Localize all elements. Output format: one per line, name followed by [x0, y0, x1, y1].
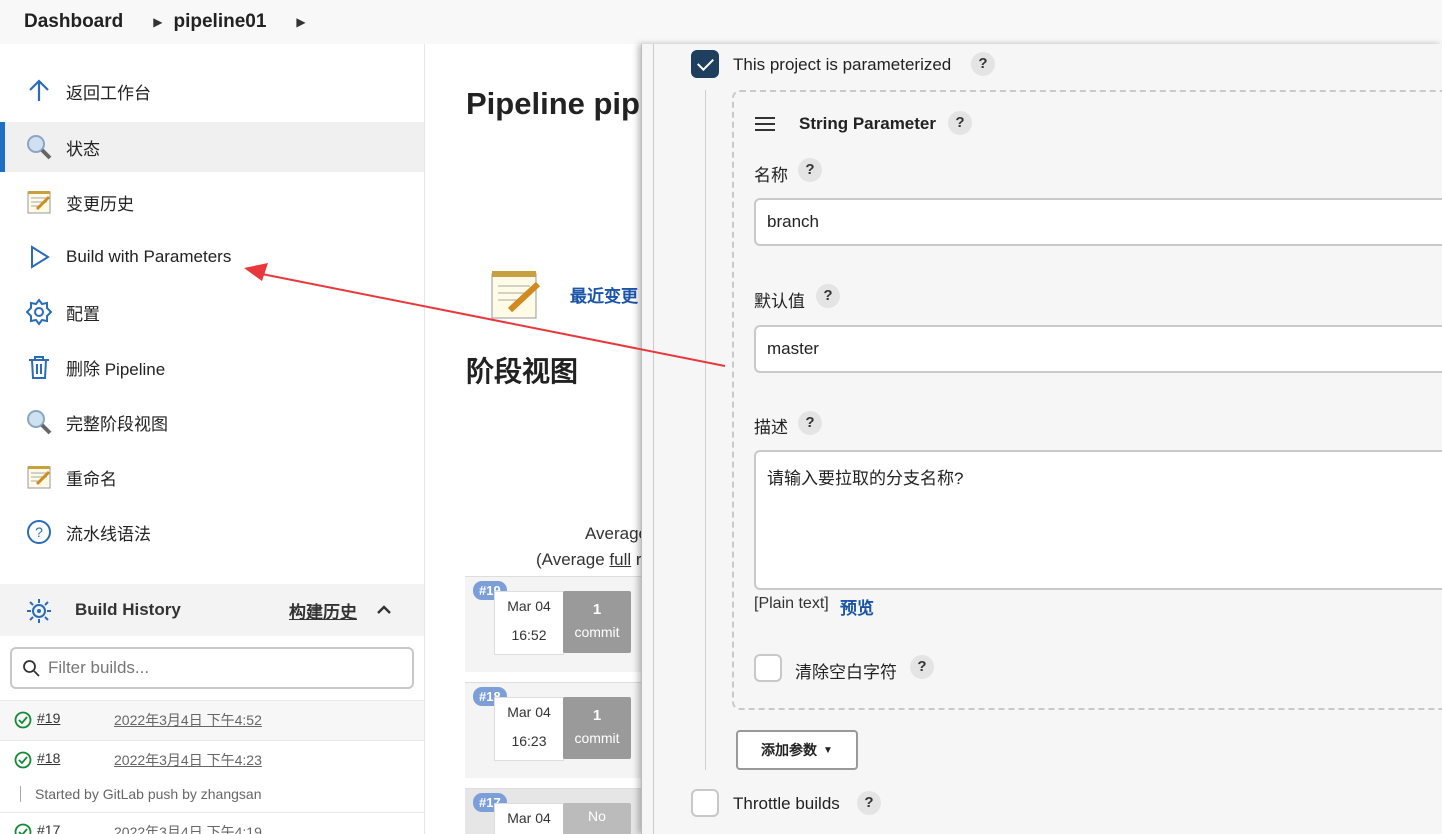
- sidebar-item-delete-pipeline[interactable]: 删除 Pipeline: [0, 342, 424, 392]
- notepad-icon: [24, 187, 54, 217]
- build-number-link[interactable]: #18: [37, 750, 60, 766]
- sidebar-item-label: 变更历史: [66, 194, 134, 214]
- default-value-field[interactable]: master: [754, 325, 1442, 373]
- description-textarea[interactable]: 请输入要拉取的分支名称?: [754, 450, 1442, 590]
- build-history-header: Build History 构建历史: [0, 584, 424, 636]
- svg-text:?: ?: [35, 524, 43, 540]
- chevron-right-icon[interactable]: ▶: [153, 15, 162, 29]
- average-full-run-time: (Average full r: [536, 550, 642, 569]
- build-date-link[interactable]: 2022年3月4日 下午4:52: [114, 710, 262, 730]
- recent-changes: 最近变更: [488, 266, 638, 322]
- trim-label: 清除空白字符: [795, 663, 897, 682]
- build-time-box: Mar 04 16:52: [494, 591, 564, 655]
- success-check-icon: [14, 751, 32, 769]
- help-circle-icon: ?: [24, 517, 54, 547]
- name-field[interactable]: branch: [754, 198, 1442, 246]
- sidebar-item-full-stage-view[interactable]: 完整阶段视图: [0, 397, 424, 447]
- sidebar-item-back-to-workbench[interactable]: 返回工作台: [0, 66, 424, 116]
- default-value-label: 默认值: [754, 292, 805, 311]
- help-icon[interactable]: ?: [798, 158, 822, 182]
- build-history-row[interactable]: #19 2022年3月4日 下午4:52: [0, 700, 424, 740]
- help-icon[interactable]: ?: [971, 52, 995, 76]
- section-indent-line: [705, 90, 706, 770]
- description-label: 描述: [754, 418, 788, 437]
- sidebar-item-status[interactable]: 状态: [0, 122, 424, 172]
- build-history-row[interactable]: #18 2022年3月4日 下午4:23 Started by GitLab p…: [0, 740, 424, 812]
- build-date-link[interactable]: 2022年3月4日 下午4:19: [114, 822, 262, 834]
- plain-text-note: [Plain text]: [754, 595, 829, 612]
- build-history-icon: [26, 598, 52, 624]
- commit-count-box[interactable]: No: [563, 803, 631, 834]
- chevron-right-icon[interactable]: ▶: [296, 15, 305, 29]
- sidebar-item-label: 状态: [66, 139, 100, 159]
- throttle-builds-label: Throttle builds: [733, 794, 840, 813]
- breadcrumb-pipeline01[interactable]: pipeline01: [173, 11, 266, 33]
- build-history-row[interactable]: #17 2022年3月4日 下午4:19: [0, 812, 424, 834]
- help-icon[interactable]: ?: [816, 284, 840, 308]
- name-label: 名称: [754, 166, 788, 185]
- parameterized-checkbox[interactable]: [691, 50, 719, 78]
- magnifier-icon: [24, 132, 54, 162]
- stage-view-title: 阶段视图: [466, 356, 579, 387]
- notepad-icon: [488, 266, 544, 322]
- caret-down-icon: ▼: [823, 744, 833, 756]
- help-icon[interactable]: ?: [910, 655, 934, 679]
- chevron-up-icon[interactable]: [376, 602, 392, 618]
- page-title: Pipeline pip: [466, 86, 640, 121]
- stage-view-row[interactable]: #17 Mar 04 No: [465, 788, 645, 834]
- breadcrumb-dashboard[interactable]: Dashboard: [24, 11, 123, 33]
- build-history-title: Build History: [75, 600, 181, 619]
- commit-count-box[interactable]: 1 commit: [563, 591, 631, 653]
- sidebar-item-label: 返回工作台: [66, 83, 151, 103]
- play-icon: [24, 242, 54, 272]
- filter-builds-input[interactable]: [48, 658, 388, 678]
- drag-handle-icon[interactable]: [755, 117, 775, 135]
- throttle-builds-checkbox[interactable]: [691, 789, 719, 817]
- sidebar-item-label: 完整阶段视图: [66, 414, 168, 434]
- notepad-icon: [24, 462, 54, 492]
- parameterized-label: This project is parameterized: [733, 55, 952, 74]
- sidebar-item-rename[interactable]: 重命名: [0, 452, 424, 502]
- add-parameter-button[interactable]: 添加参数 ▼: [736, 730, 858, 770]
- build-time-box: Mar 04: [494, 803, 564, 834]
- preview-link[interactable]: 预览: [840, 594, 874, 619]
- parameter-type-title: String Parameter: [799, 114, 936, 133]
- stage-view-row[interactable]: #18 Mar 04 16:23 1 commit: [465, 682, 645, 778]
- string-parameter-box: [732, 90, 1442, 710]
- trash-icon: [24, 352, 54, 382]
- success-check-icon: [14, 823, 32, 834]
- recent-changes-link[interactable]: 最近变更: [570, 282, 638, 307]
- sidebar-item-configure[interactable]: 配置: [0, 287, 424, 337]
- sidebar-item-label: 流水线语法: [66, 524, 151, 544]
- success-check-icon: [14, 711, 32, 729]
- build-cause: Started by GitLab push by zhangsan: [20, 786, 261, 802]
- sidebar-item-label: 配置: [66, 304, 100, 324]
- sidebar-item-label: 删除 Pipeline: [66, 359, 166, 379]
- help-icon[interactable]: ?: [798, 411, 822, 435]
- help-icon[interactable]: ?: [857, 791, 881, 815]
- commit-count-box[interactable]: 1 commit: [563, 697, 631, 759]
- stage-view-row[interactable]: #19 Mar 04 16:52 1 commit: [465, 576, 645, 672]
- build-number-link[interactable]: #17: [37, 822, 60, 834]
- trim-checkbox[interactable]: [754, 654, 782, 682]
- magnifier-icon: [24, 407, 54, 437]
- breadcrumb: Dashboard ▶ pipeline01 ▶: [0, 0, 1442, 44]
- build-history-trend-link[interactable]: 构建历史: [289, 598, 357, 623]
- sidebar-item-build-with-parameters[interactable]: Build with Parameters: [0, 232, 424, 282]
- sidebar-item-label: 重命名: [66, 469, 117, 489]
- build-number-link[interactable]: #19: [37, 710, 60, 726]
- search-icon: [22, 659, 40, 677]
- build-time-box: Mar 04 16:23: [494, 697, 564, 761]
- arrow-up-icon: [24, 76, 54, 106]
- sidebar-item-change-history[interactable]: 变更历史: [0, 177, 424, 227]
- full-link[interactable]: full: [609, 550, 631, 569]
- sidebar: 返回工作台 状态 变更历史 Build with Parameters 配置 删…: [0, 44, 425, 834]
- sidebar-item-pipeline-syntax[interactable]: ? 流水线语法: [0, 507, 424, 557]
- help-icon[interactable]: ?: [948, 111, 972, 135]
- build-date-link[interactable]: 2022年3月4日 下午4:23: [114, 750, 262, 770]
- filter-builds-search[interactable]: [10, 647, 414, 689]
- average-stage-times: Average: [585, 524, 649, 543]
- sidebar-item-label: Build with Parameters: [66, 247, 232, 266]
- gear-icon: [24, 297, 54, 327]
